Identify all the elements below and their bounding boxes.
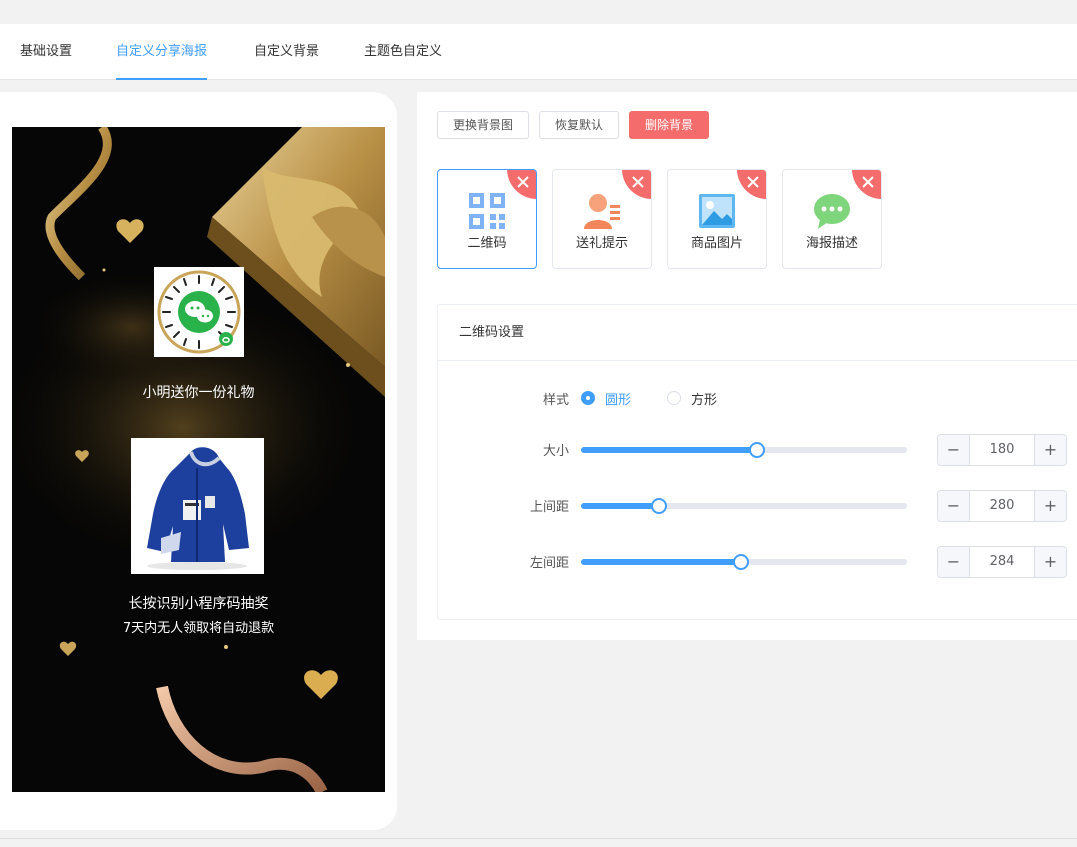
tab-custom-share-poster[interactable]: 自定义分享海报	[116, 24, 208, 80]
top-margin-label: 上间距	[529, 500, 569, 515]
tab-theme-color[interactable]: 主题色自定义	[364, 24, 442, 80]
slider-fill	[581, 559, 741, 565]
qrcode-icon	[469, 193, 505, 229]
top-margin-slider[interactable]	[581, 498, 907, 514]
bottom-divider	[0, 838, 1077, 839]
poster-gift-text: 小明送你一份礼物	[142, 385, 255, 401]
slider-handle[interactable]	[749, 442, 766, 458]
radio-dot	[581, 391, 595, 405]
decrement-button[interactable]: −	[938, 435, 970, 465]
size-stepper: − 180 +	[937, 434, 1067, 466]
slider-handle[interactable]	[651, 498, 668, 514]
image-icon	[699, 194, 735, 228]
left-margin-label: 左间距	[529, 556, 569, 571]
delete-background-button[interactable]: 删除背景	[629, 111, 709, 139]
top-margin-value[interactable]: 280	[970, 491, 1034, 521]
element-card-poster-description[interactable]: 海报描述	[782, 169, 882, 269]
phone-preview: 小明送你一份礼物 长按识别小程序码抽奖 7天内无人领取将自动退款	[0, 92, 397, 830]
top-margin-stepper: − 280 +	[937, 490, 1067, 522]
poster-product-image	[131, 438, 264, 574]
decrement-button[interactable]: −	[938, 491, 970, 521]
radio-label: 方形	[691, 393, 718, 408]
poster-hint-line2: 7天内无人领取将自动退款	[122, 621, 275, 636]
element-card-label: 二维码	[467, 236, 507, 251]
poster-qrcode	[154, 267, 244, 357]
left-margin-slider[interactable]	[581, 554, 907, 570]
jacket-image	[131, 438, 264, 574]
user-card-icon	[584, 194, 620, 229]
poster-settings-panel: 更换背景图 恢复默认 删除背景 二维码 送礼提示 商品图片 海报描述 二维码设置…	[417, 92, 1077, 640]
style-label: 样式	[542, 393, 569, 408]
slider-handle[interactable]	[732, 554, 749, 570]
size-value[interactable]: 180	[970, 435, 1034, 465]
close-icon[interactable]	[507, 169, 537, 199]
decrement-button[interactable]: −	[938, 547, 970, 577]
change-background-button[interactable]: 更换背景图	[437, 111, 529, 139]
restore-default-button[interactable]: 恢复默认	[539, 111, 619, 139]
poster-canvas: 小明送你一份礼物 长按识别小程序码抽奖 7天内无人领取将自动退款	[12, 127, 385, 792]
close-icon[interactable]	[622, 169, 652, 199]
element-card-qrcode[interactable]: 二维码	[437, 169, 537, 269]
element-card-label: 海报描述	[805, 236, 858, 251]
element-card-gift-tip[interactable]: 送礼提示	[552, 169, 652, 269]
qrcode-settings: 二维码设置 样式 圆形 方形 大小 − 180 + 上间距 − 280 + 左间…	[437, 304, 1077, 620]
radio-dot	[667, 391, 681, 405]
left-margin-stepper: − 284 +	[937, 546, 1067, 578]
settings-title: 二维码设置	[438, 305, 1077, 361]
increment-button[interactable]: +	[1034, 491, 1066, 521]
left-margin-value[interactable]: 284	[970, 547, 1034, 577]
tab-custom-background[interactable]: 自定义背景	[254, 24, 319, 80]
increment-button[interactable]: +	[1034, 547, 1066, 577]
poster-hint-line1: 长按识别小程序码抽奖	[128, 596, 269, 612]
element-card-product-image[interactable]: 商品图片	[667, 169, 767, 269]
tab-basic-settings[interactable]: 基础设置	[20, 24, 72, 80]
close-icon[interactable]	[852, 169, 882, 199]
element-card-label: 送礼提示	[575, 236, 628, 251]
element-card-label: 商品图片	[690, 236, 743, 251]
chat-bubble-icon	[814, 194, 850, 229]
slider-fill	[581, 447, 758, 453]
slider-fill	[581, 503, 660, 509]
mini-program-code-icon	[157, 270, 241, 354]
size-label: 大小	[542, 444, 569, 459]
close-icon[interactable]	[737, 169, 767, 199]
radio-label: 圆形	[605, 393, 632, 408]
size-slider[interactable]	[581, 442, 907, 458]
increment-button[interactable]: +	[1034, 435, 1066, 465]
tab-bar: 基础设置 自定义分享海报 自定义背景 主题色自定义	[0, 24, 1077, 80]
